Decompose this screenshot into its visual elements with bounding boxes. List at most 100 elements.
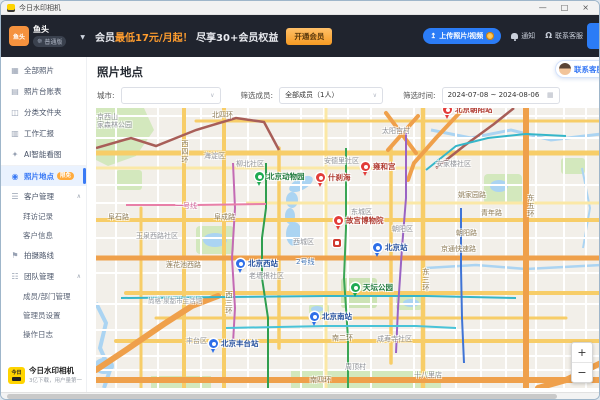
map-marker[interactable]: 北京站 (373, 242, 408, 253)
sidebar-item-label: 全部照片 (24, 65, 54, 76)
map-label: 北四环 (212, 110, 233, 120)
map-marker[interactable]: 北京朝阳站 (443, 108, 493, 115)
app-logo-icon (7, 4, 15, 12)
customers-icon: ☰ (10, 192, 20, 201)
map-label: 阜成路 (214, 212, 235, 222)
map-pin-icon (443, 108, 452, 114)
app-header: 鱼头 鱼头 ☸ 普通版 ▼ 会员最低17元/月起！ 尽享30+会员权益 开通会员… (1, 15, 599, 57)
notifications-button[interactable]: 通知 (511, 31, 535, 41)
promo-text: 会员最低17元/月起！ 尽享30+会员权益 (95, 29, 278, 44)
map-label: 姚家园路 (458, 190, 486, 200)
map-marker[interactable]: 天坛公园 (351, 282, 393, 293)
sidebar-item-AI智能看图[interactable]: ✦AI智能看图 (1, 144, 86, 165)
user-name: 鱼头 (33, 26, 66, 34)
sidebar-item-拜访记录[interactable]: 拜访记录 (1, 207, 86, 226)
sidebar-item-照片台账表[interactable]: ▤照片台账表 (1, 81, 86, 102)
camera-icon (12, 377, 21, 381)
sidebar-item-照片地点[interactable]: ◉照片地点限免 (1, 165, 86, 186)
upload-label: 上传照片/视频 (439, 31, 483, 41)
report-icon: ▥ (10, 129, 20, 138)
titlebar: 今日水印相机 — □ × (1, 1, 599, 15)
map-marker[interactable]: 故宫博物院 (334, 215, 384, 226)
map-label: 尚格·泉都市生活馆 (148, 295, 202, 305)
horizontal-scrollbar[interactable] (1, 392, 599, 400)
maximize-button[interactable]: □ (561, 4, 569, 12)
map-marker[interactable]: 雍和宫 (361, 161, 396, 172)
sidebar-item-团队管理[interactable]: ☷团队管理∧ (1, 266, 86, 287)
map-marker[interactable]: 北京丰台站 (209, 338, 259, 349)
map-marker[interactable]: 北京动物园 (255, 171, 305, 182)
sidebar-item-label: 客户管理 (24, 191, 54, 202)
map-label: 西城区 (293, 237, 314, 247)
sidebar-item-客户信息[interactable]: 客户信息 (1, 226, 86, 245)
map-marker-label: 雍和宫 (373, 161, 396, 172)
sidebar-item-操作日志[interactable]: 操作日志 (1, 325, 86, 344)
sidebar-item-label: 拜访记录 (23, 211, 53, 222)
map-marker-label: 北京南站 (322, 311, 352, 322)
map-marker-label: 北京站 (385, 242, 408, 253)
sidebar-item-label: 成员/部门管理 (23, 291, 71, 302)
chevron-down-icon[interactable]: ▼ (80, 34, 85, 41)
upload-photos-button[interactable]: ↥ 上传照片/视频 (423, 28, 501, 44)
collapsed-side-button[interactable] (587, 23, 599, 49)
map-label: 成寿寺社区 (377, 334, 412, 344)
sidebar-item-工作汇报[interactable]: ▥ 工作汇报 (1, 123, 86, 144)
minimize-button[interactable]: — (539, 4, 547, 12)
contact-support-button[interactable]: Ω 联系客服 (545, 31, 583, 41)
member-filter-label: 筛选成员: (241, 90, 274, 101)
brand-logo-icon: 今日 (8, 367, 25, 384)
map-pin-icon (255, 172, 264, 181)
map-marker[interactable]: 什刹海 (316, 172, 351, 183)
date-range-input[interactable]: 2024-07-08 ~ 2024-08-06 ▦ (442, 87, 560, 104)
map-marker-label: 北京动物园 (267, 171, 305, 182)
map-pin-icon (351, 283, 360, 292)
map-marker[interactable] (333, 239, 341, 247)
map-label: 安家楼社区 (436, 159, 471, 169)
sidebar-item-全部照片[interactable]: ▦全部照片 (1, 60, 86, 81)
map-label: 朝阳路 (456, 228, 477, 238)
city-select[interactable]: ∨ (121, 87, 221, 104)
map-label: 老墙根社区 (249, 271, 284, 281)
gear-icon: ☸ (37, 38, 42, 45)
ledger-icon: ▤ (10, 87, 20, 96)
sidebar-item-分类文件夹[interactable]: ◫分类文件夹 (1, 102, 86, 123)
map-canvas[interactable]: 海淀区西城区东城区朝阳区丰台区安德里社区柳北社区安家楼社区老墙根社区玉泉西路社区… (96, 108, 599, 388)
open-membership-button[interactable]: 开通会员 (286, 28, 332, 45)
map-marker-label: 天坛公园 (363, 282, 393, 293)
support-avatar (559, 63, 571, 75)
support-label: 联系客服 (555, 31, 583, 41)
map-pin-icon (361, 162, 370, 171)
zoom-in-button[interactable]: + (572, 343, 592, 363)
collapse-arrow-icon[interactable]: ∧ (77, 193, 81, 200)
map-marker[interactable]: 北京西站 (236, 258, 278, 269)
map-marker-label: 北京朝阳站 (455, 108, 493, 115)
map-label: 丰台区 (186, 336, 207, 346)
page-title: 照片地点 (97, 64, 143, 80)
map-label: 西三环 (224, 291, 234, 315)
sidebar-item-label: 管理员设置 (23, 310, 61, 321)
team-icon: ☷ (10, 272, 20, 281)
route-icon: ⚑ (10, 251, 20, 260)
sidebar-item-管理员设置[interactable]: 管理员设置 (1, 306, 86, 325)
map-label: 一号线 (176, 201, 197, 211)
collapse-arrow-icon[interactable]: ∧ (77, 273, 81, 280)
floating-support-pill[interactable]: 联系客服 (555, 60, 599, 78)
map-marker-label: 故宫博物院 (346, 215, 384, 226)
sidebar-item-拍摄路线[interactable]: ⚑拍摄路线 (1, 245, 86, 266)
map-label: 青年路 (481, 208, 502, 218)
sidebar-item-成员/部门管理[interactable]: 成员/部门管理 (1, 287, 86, 306)
map-label: 家森林公园 (97, 120, 132, 130)
member-select[interactable]: 全部成员（1人） ∨ (279, 87, 383, 104)
user-block[interactable]: 鱼头 鱼头 ☸ 普通版 ▼ (1, 26, 87, 47)
map-pin-icon (373, 243, 382, 252)
member-value: 全部成员（1人） (285, 90, 338, 100)
sidebar-item-客户管理[interactable]: ☰ 客户管理 ∧ (1, 186, 86, 207)
map-marker[interactable]: 北京南站 (310, 311, 352, 322)
sidebar-item-label: 工作汇报 (24, 128, 54, 139)
close-button[interactable]: × (582, 4, 589, 12)
map-label: 莲花池西路 (166, 260, 201, 270)
plan-badge: ☸ 普通版 (33, 36, 66, 47)
chevron-down-icon: ∨ (373, 92, 377, 99)
scrollbar-thumb[interactable] (7, 394, 557, 399)
zoom-out-button[interactable]: − (572, 363, 592, 382)
